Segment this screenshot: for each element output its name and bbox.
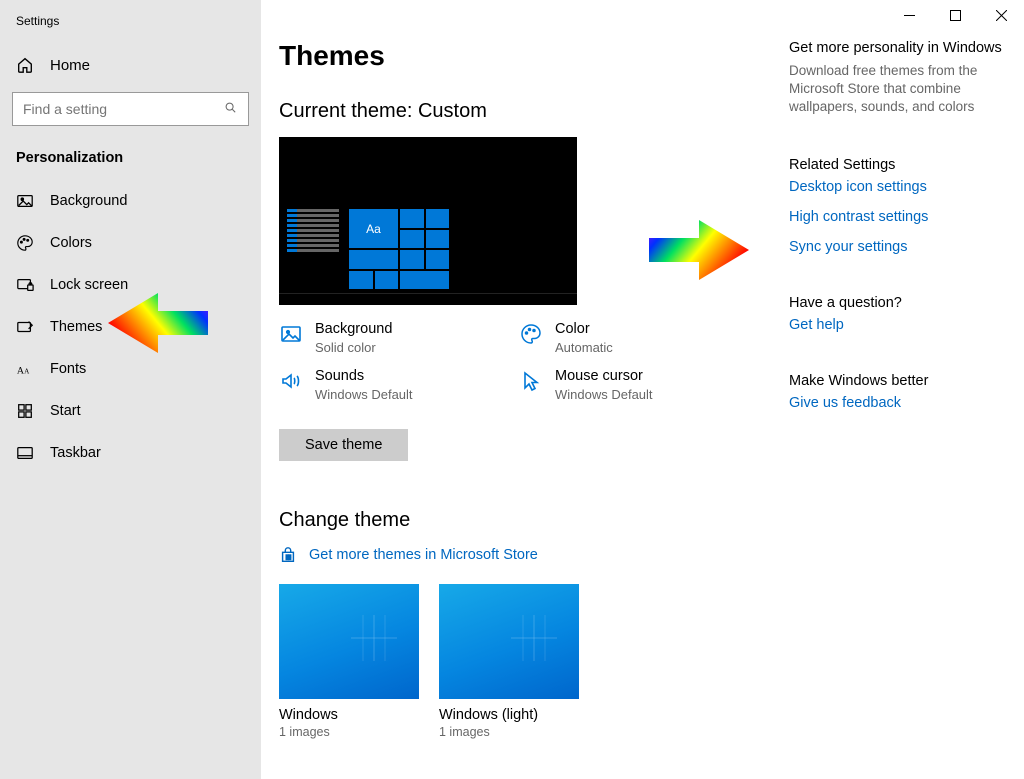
- cursor-icon: [519, 368, 543, 392]
- theme-thumb: [439, 584, 579, 699]
- picture-icon: [279, 321, 303, 345]
- current-theme-label: Current theme: Custom: [279, 100, 759, 123]
- theme-card-subtitle: 1 images: [279, 725, 419, 739]
- preview-sample-text: Aa: [349, 209, 398, 248]
- maximize-button[interactable]: [932, 0, 978, 30]
- sidebar-item-label: Themes: [50, 319, 102, 335]
- sidebar-item-label: Colors: [50, 235, 92, 251]
- home-label: Home: [50, 57, 90, 74]
- home-nav[interactable]: Home: [0, 28, 261, 92]
- rail-related-head: Related Settings: [789, 157, 1016, 173]
- taskbar-icon: [16, 444, 34, 462]
- close-button[interactable]: [978, 0, 1024, 30]
- search-input[interactable]: [23, 101, 224, 117]
- sidebar-item-background[interactable]: Background: [0, 180, 261, 222]
- colors-icon: [16, 234, 34, 252]
- store-icon: [279, 546, 297, 564]
- sidebar-item-start[interactable]: Start: [0, 390, 261, 432]
- palette-icon: [519, 321, 543, 345]
- theme-prop-sounds[interactable]: Sounds Windows Default: [279, 368, 519, 403]
- theme-card-title: Windows (light): [439, 707, 579, 723]
- theme-card-windows-light[interactable]: Windows (light) 1 images: [439, 584, 579, 739]
- sidebar-item-label: Background: [50, 193, 127, 209]
- link-desktop-icon-settings[interactable]: Desktop icon settings: [789, 179, 1016, 195]
- sidebar-item-fonts[interactable]: AA Fonts: [0, 348, 261, 390]
- sidebar-item-taskbar[interactable]: Taskbar: [0, 432, 261, 474]
- svg-text:A: A: [24, 368, 30, 376]
- sidebar-item-lock-screen[interactable]: Lock screen: [0, 264, 261, 306]
- page-title: Themes: [279, 40, 759, 72]
- theme-card-subtitle: 1 images: [439, 725, 579, 739]
- prop-title: Sounds: [315, 368, 413, 385]
- save-theme-button[interactable]: Save theme: [279, 429, 408, 461]
- rail-personality-head: Get more personality in Windows: [789, 40, 1016, 56]
- theme-prop-color[interactable]: Color Automatic: [519, 321, 759, 356]
- sidebar-item-label: Start: [50, 403, 81, 419]
- theme-thumb: [279, 584, 419, 699]
- theme-prop-background[interactable]: Background Solid color: [279, 321, 519, 356]
- prop-subtitle: Automatic: [555, 340, 613, 356]
- minimize-button[interactable]: [886, 0, 932, 30]
- fonts-icon: AA: [16, 360, 34, 378]
- rail-question-head: Have a question?: [789, 295, 1016, 311]
- prop-subtitle: Windows Default: [555, 387, 653, 403]
- sidebar-item-colors[interactable]: Colors: [0, 222, 261, 264]
- prop-subtitle: Solid color: [315, 340, 392, 356]
- store-link[interactable]: Get more themes in Microsoft Store: [279, 546, 759, 564]
- link-high-contrast-settings[interactable]: High contrast settings: [789, 209, 1016, 225]
- start-icon: [16, 402, 34, 420]
- change-theme-heading: Change theme: [279, 509, 759, 532]
- themes-icon: [16, 318, 34, 336]
- section-header: Personalization: [0, 142, 261, 180]
- link-sync-your-settings[interactable]: Sync your settings: [789, 239, 1016, 255]
- search-container[interactable]: [12, 92, 249, 126]
- search-icon: [224, 101, 238, 118]
- lock-screen-icon: [16, 276, 34, 294]
- theme-preview[interactable]: Aa: [279, 137, 577, 305]
- background-icon: [16, 192, 34, 210]
- rail-personality-text: Download free themes from the Microsoft …: [789, 62, 1016, 117]
- prop-title: Mouse cursor: [555, 368, 653, 385]
- link-get-help[interactable]: Get help: [789, 317, 1016, 333]
- store-link-text: Get more themes in Microsoft Store: [309, 547, 538, 563]
- theme-card-windows[interactable]: Windows 1 images: [279, 584, 419, 739]
- prop-title: Color: [555, 321, 613, 338]
- sidebar-item-label: Taskbar: [50, 445, 101, 461]
- link-give-feedback[interactable]: Give us feedback: [789, 395, 1016, 411]
- rail-better-head: Make Windows better: [789, 373, 1016, 389]
- theme-prop-mouse[interactable]: Mouse cursor Windows Default: [519, 368, 759, 403]
- sound-icon: [279, 368, 303, 392]
- theme-card-title: Windows: [279, 707, 419, 723]
- prop-subtitle: Windows Default: [315, 387, 413, 403]
- app-title: Settings: [0, 0, 261, 28]
- home-icon: [16, 56, 34, 74]
- sidebar-item-label: Lock screen: [50, 277, 128, 293]
- prop-title: Background: [315, 321, 392, 338]
- sidebar-item-themes[interactable]: Themes: [0, 306, 261, 348]
- sidebar-item-label: Fonts: [50, 361, 86, 377]
